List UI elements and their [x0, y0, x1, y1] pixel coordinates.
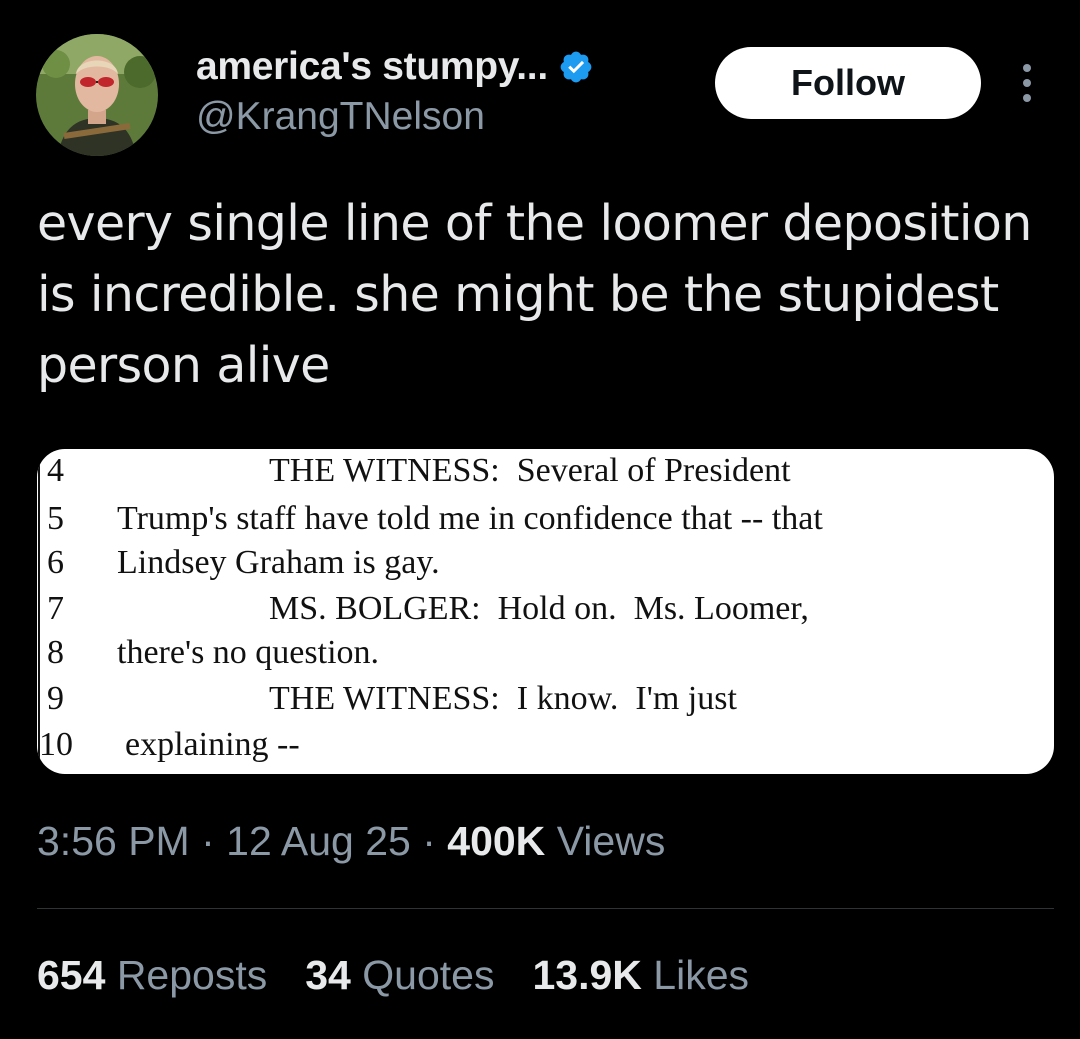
reposts-label: Reposts	[116, 952, 268, 998]
author-name-row[interactable]: america's stumpy...	[196, 40, 594, 94]
transcript-line: MS. BOLGER: Hold on. Ms. Loomer,	[269, 590, 809, 627]
follow-button[interactable]: Follow	[715, 47, 981, 119]
line-number: 4	[47, 452, 64, 489]
line-number: 7	[47, 590, 64, 627]
meta-separator: ·	[410, 818, 448, 864]
tweet-meta: 3:56 PM · 12 Aug 25 · 400K Views	[37, 818, 665, 865]
line-number: 8	[47, 634, 64, 671]
transcript-line: Lindsey Graham is gay.	[117, 544, 440, 581]
transcript-line: THE WITNESS: Several of President	[269, 452, 791, 489]
verified-badge-icon[interactable]	[558, 49, 594, 85]
views-count: 400K	[447, 818, 546, 864]
line-number: 5	[47, 500, 64, 537]
line-number: 9	[47, 680, 64, 717]
tweet-time[interactable]: 3:56 PM	[37, 818, 190, 864]
engagement-stats: 654 Reposts 34 Quotes 13.9K Likes	[37, 952, 787, 999]
transcript-line: explaining --	[125, 726, 300, 763]
quotes-label: Quotes	[362, 952, 495, 998]
transcript-line: Trump's staff have told me in confidence…	[117, 500, 823, 537]
author-handle[interactable]: @KrangTNelson	[196, 95, 485, 139]
tweet-date[interactable]: 12 Aug 25	[226, 818, 411, 864]
author-display-name[interactable]: america's stumpy...	[196, 45, 548, 89]
reposts-stat[interactable]: 654 Reposts	[37, 952, 267, 999]
likes-stat[interactable]: 13.9K Likes	[532, 952, 749, 999]
transcript-line: THE WITNESS: I know. I'm just	[269, 680, 737, 717]
avatar-photo	[36, 34, 158, 156]
author-avatar[interactable]	[36, 34, 158, 156]
views-label: Views	[556, 818, 666, 864]
quotes-count: 34	[305, 952, 351, 998]
likes-label: Likes	[653, 952, 750, 998]
transcript-line: there's no question.	[117, 634, 379, 671]
divider	[37, 908, 1054, 909]
reposts-count: 654	[37, 952, 106, 998]
transcript-image: 4 THE WITNESS: Several of President 5 Tr…	[38, 449, 823, 774]
meta-separator: ·	[189, 818, 227, 864]
likes-count: 13.9K	[532, 952, 642, 998]
line-number: 6	[47, 544, 64, 581]
quotes-stat[interactable]: 34 Quotes	[305, 952, 494, 999]
more-vertical-icon[interactable]	[1012, 60, 1042, 106]
tweet-text: every single line of the loomer depositi…	[37, 195, 1032, 394]
line-number: 10	[39, 726, 73, 763]
tweet-media-image[interactable]: 4 THE WITNESS: Several of President 5 Tr…	[37, 449, 1054, 774]
